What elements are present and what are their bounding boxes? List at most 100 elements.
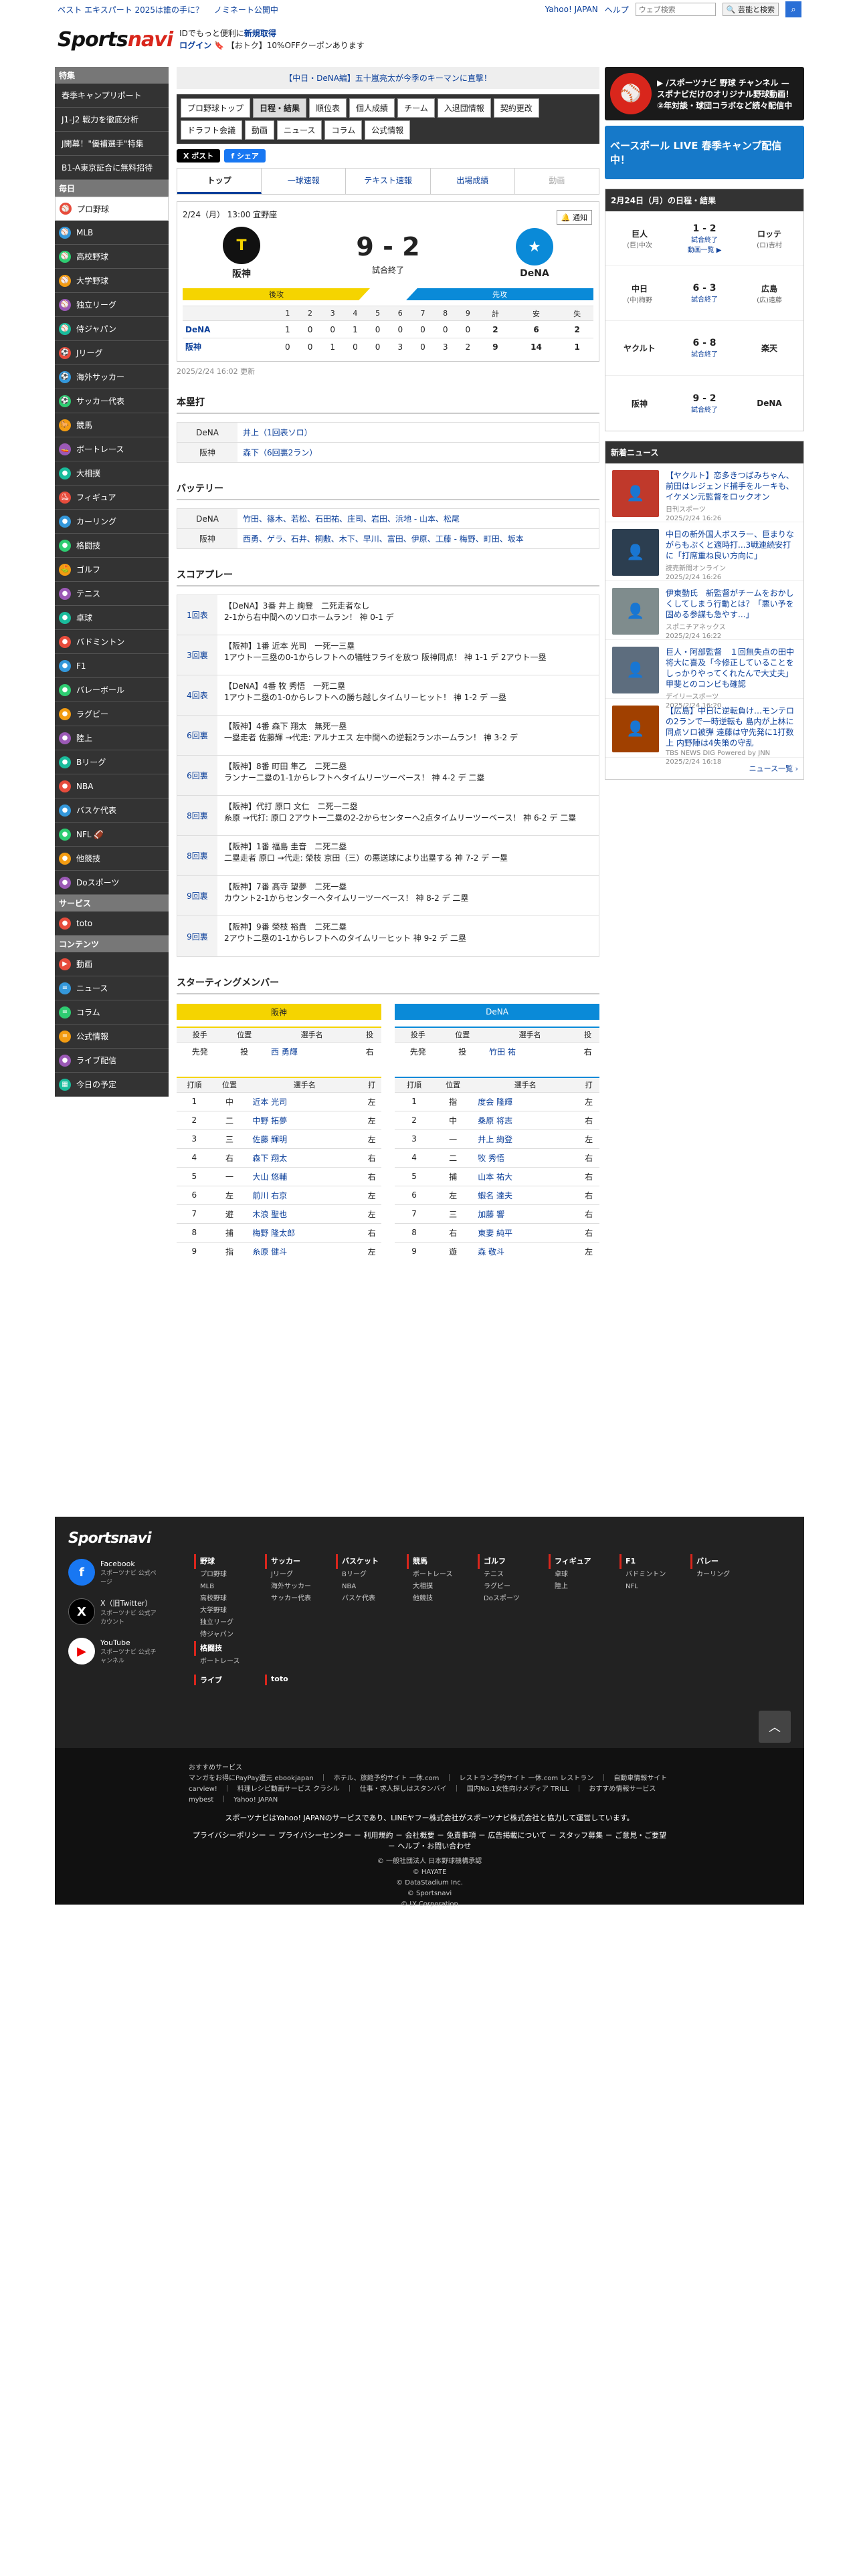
player-link[interactable]: 井上 絢登 <box>472 1129 579 1148</box>
sidebar-item[interactable]: J1-J2 戦力を徹底分析 <box>55 108 169 132</box>
sidebar-item[interactable]: ▶ 動画 <box>55 952 169 976</box>
nav-tab[interactable]: 個人成績 <box>349 98 395 118</box>
nav-tab[interactable]: 入退団情報 <box>437 98 491 118</box>
footer-youtube-link[interactable]: ▶ YouTube スポーツナビ 公式チャンネル <box>68 1638 162 1665</box>
footer-link[interactable]: 独立リーグ <box>194 1617 265 1629</box>
footer-link[interactable]: 海外サッカー <box>265 1581 336 1593</box>
player-link[interactable]: 桑原 将志 <box>472 1110 579 1130</box>
footer-col-heading[interactable]: バレー <box>690 1554 761 1569</box>
footer-link[interactable]: バドミントン <box>619 1569 690 1581</box>
sidebar-item[interactable]: ● ラグビー <box>55 702 169 726</box>
coupon-link[interactable]: 【おトク】10%OFFクーポンあります <box>227 41 365 50</box>
footer-link[interactable]: MLB <box>194 1581 265 1593</box>
news-item[interactable]: 👤 巨人・阿部監督 １回無失点の田中将大に喜及「今修正していることをしっかりやって… <box>605 640 803 710</box>
footer-col-heading[interactable]: 競馬 <box>407 1554 478 1569</box>
footer-col-heading[interactable]: 格闘技 <box>194 1641 265 1656</box>
sidebar-item[interactable]: ⚾ 独立リーグ <box>55 293 169 317</box>
footer-link[interactable]: サッカー代表 <box>265 1593 336 1605</box>
player-link[interactable]: 森下 翔太 <box>247 1148 363 1167</box>
footer-link[interactable]: 高校野球 <box>194 1593 265 1605</box>
sidebar-item[interactable]: 🐎 競馬 <box>55 413 169 437</box>
inning-label[interactable]: 9回裏 <box>177 876 217 916</box>
footer-col-heading[interactable]: フィギュア <box>549 1554 619 1569</box>
inning-label[interactable]: 8回裏 <box>177 836 217 875</box>
inning-label[interactable]: 8回裏 <box>177 796 217 835</box>
inning-label[interactable]: 1回表 <box>177 595 217 635</box>
sidebar-item[interactable]: 🚤 ボートレース <box>55 437 169 461</box>
game-sub-tab[interactable]: 一球速報 <box>262 169 347 194</box>
web-search-input[interactable] <box>635 3 716 16</box>
footer-link[interactable]: 卓球 <box>549 1569 619 1581</box>
footer-link[interactable]: カーリング <box>690 1569 761 1581</box>
footer-link[interactable]: NBA <box>336 1581 407 1593</box>
footer-link[interactable]: 大相撲 <box>407 1581 478 1593</box>
footer-link[interactable]: テニス <box>478 1569 549 1581</box>
sidebar-item[interactable]: ⚾ 大学野球 <box>55 269 169 293</box>
inning-label[interactable]: 6回裏 <box>177 716 217 755</box>
sidebar-item[interactable]: ● ライブ配信 <box>55 1049 169 1073</box>
sidebar-item[interactable]: ⚽ Jリーグ <box>55 341 169 365</box>
feature-notice-link[interactable]: 【中日・DeNA編】五十嵐亮太が今季のキーマンに直撃！ <box>177 67 599 89</box>
sidebar-item[interactable]: ⚽ サッカー代表 <box>55 389 169 413</box>
game-sub-tab[interactable]: 動画 <box>515 169 599 194</box>
sidebar-item[interactable]: ● バドミントン <box>55 630 169 654</box>
player-link[interactable]: 森 敬斗 <box>472 1241 579 1261</box>
footer-link[interactable]: Doスポーツ <box>478 1593 549 1605</box>
footer-link[interactable]: NFL <box>619 1581 690 1593</box>
sidebar-item[interactable]: ● Bリーグ <box>55 750 169 774</box>
player-link[interactable]: 糸原 健斗 <box>247 1241 363 1261</box>
facebook-share-button[interactable]: f シェア <box>224 149 266 163</box>
sidebar-item[interactable]: ≡ ニュース <box>55 976 169 1000</box>
news-item[interactable]: 👤 【広島】中日に逆転負け…モンテロの2ランで一時逆転も 島内が上林に同点ソロ被弾… <box>605 699 803 766</box>
x-post-button[interactable]: X ポスト <box>177 149 221 163</box>
sidebar-item[interactable]: ● NBA <box>55 774 169 798</box>
baseball-live-banner[interactable]: ベースボール LIVE 春季キャンプ配信中！ <box>605 126 804 179</box>
sidebar-item[interactable]: ● 格闘技 <box>55 534 169 558</box>
player-link[interactable]: 中野 拓夢 <box>247 1110 363 1130</box>
nav-tab[interactable]: チーム <box>397 98 435 118</box>
footer-col-heading[interactable]: ゴルフ <box>478 1554 549 1569</box>
sidebar-item[interactable]: ● 他競技 <box>55 847 169 871</box>
result-video-link[interactable]: 動画一覧 ▶ <box>688 244 722 254</box>
player-link[interactable]: 加藤 響 <box>472 1204 579 1223</box>
sidebar-item[interactable]: ⚽ 海外サッカー <box>55 365 169 389</box>
footer-link[interactable]: ボートレース <box>194 1656 265 1668</box>
footer-live-link[interactable]: ライブ <box>194 1675 265 1685</box>
result-row[interactable]: 中日 (中)梅野 6 - 3 試合終了 広島 (広)遠藤 <box>605 266 803 321</box>
result-row[interactable]: 阪神 9 - 2 試合終了 DeNA <box>605 376 803 431</box>
sidebar-item[interactable]: ● バレーボール <box>55 678 169 702</box>
login-link[interactable]: ログイン <box>179 41 211 50</box>
inning-label[interactable]: 6回裏 <box>177 756 217 795</box>
news-item[interactable]: 👤 【ヤクルト】恋多きつばみちゃん、前田はレジェンド捕手をルーキも、イケメン元監督… <box>605 463 803 522</box>
nav-tab[interactable]: 日程・結果 <box>253 98 307 118</box>
nav-tab[interactable]: コラム <box>324 120 363 140</box>
nav-tab[interactable]: 公式情報 <box>365 120 411 140</box>
footer-facebook-link[interactable]: f Facebook スポーツナビ 公式ページ <box>68 1559 162 1586</box>
baseball-channel-banner[interactable]: ⚾ ▶ /スポーツナビ 野球 チャンネル — スポナビだけのオリジナル野球動画！… <box>605 67 804 120</box>
search-icon[interactable]: ⌕ <box>785 1 801 17</box>
home-team[interactable]: T 阪神 <box>223 227 260 280</box>
footer-logo[interactable]: Sportsnavi <box>68 1530 162 1547</box>
footer-link[interactable]: 陸上 <box>549 1581 619 1593</box>
player-link[interactable]: 山本 祐大 <box>472 1166 579 1186</box>
sidebar-item[interactable]: ● F1 <box>55 654 169 678</box>
news-item[interactable]: 👤 伊東勤氏 新監督がチームをおかしくしてしまう行動とは？「悪い予を固める参謀も急… <box>605 581 803 640</box>
help-link[interactable]: ヘルプ <box>605 4 629 15</box>
sidebar-item[interactable]: ⛸ フィギュア <box>55 486 169 510</box>
footer-link[interactable]: 他競技 <box>407 1593 478 1605</box>
search-mode-button[interactable]: 🔍 芸能と検索 <box>722 3 779 16</box>
nav-tab[interactable]: プロ野球トップ <box>181 98 251 118</box>
player-links[interactable]: 井上（1回表ソロ） <box>237 423 318 442</box>
footer-col-heading[interactable]: サッカー <box>265 1554 336 1569</box>
sidebar-item[interactable]: ● Doスポーツ <box>55 871 169 895</box>
footer-toto-link[interactable]: toto <box>265 1675 336 1685</box>
player-link[interactable]: 近本 光司 <box>247 1091 363 1111</box>
player-link[interactable]: 西 勇輝 <box>266 1041 359 1061</box>
sidebar-item[interactable]: ● 陸上 <box>55 726 169 750</box>
footer-col-heading[interactable]: バスケット <box>336 1554 407 1569</box>
sidebar-item[interactable]: ● NFL 🏈 <box>55 823 169 847</box>
sidebar-item[interactable]: ● 大相撲 <box>55 461 169 486</box>
footer-col-heading[interactable]: F1 <box>619 1554 690 1569</box>
sidebar-item[interactable]: ⚾ 侍ジャパン <box>55 317 169 341</box>
sidebar-item[interactable]: ⚾ プロ野球 <box>55 197 169 221</box>
